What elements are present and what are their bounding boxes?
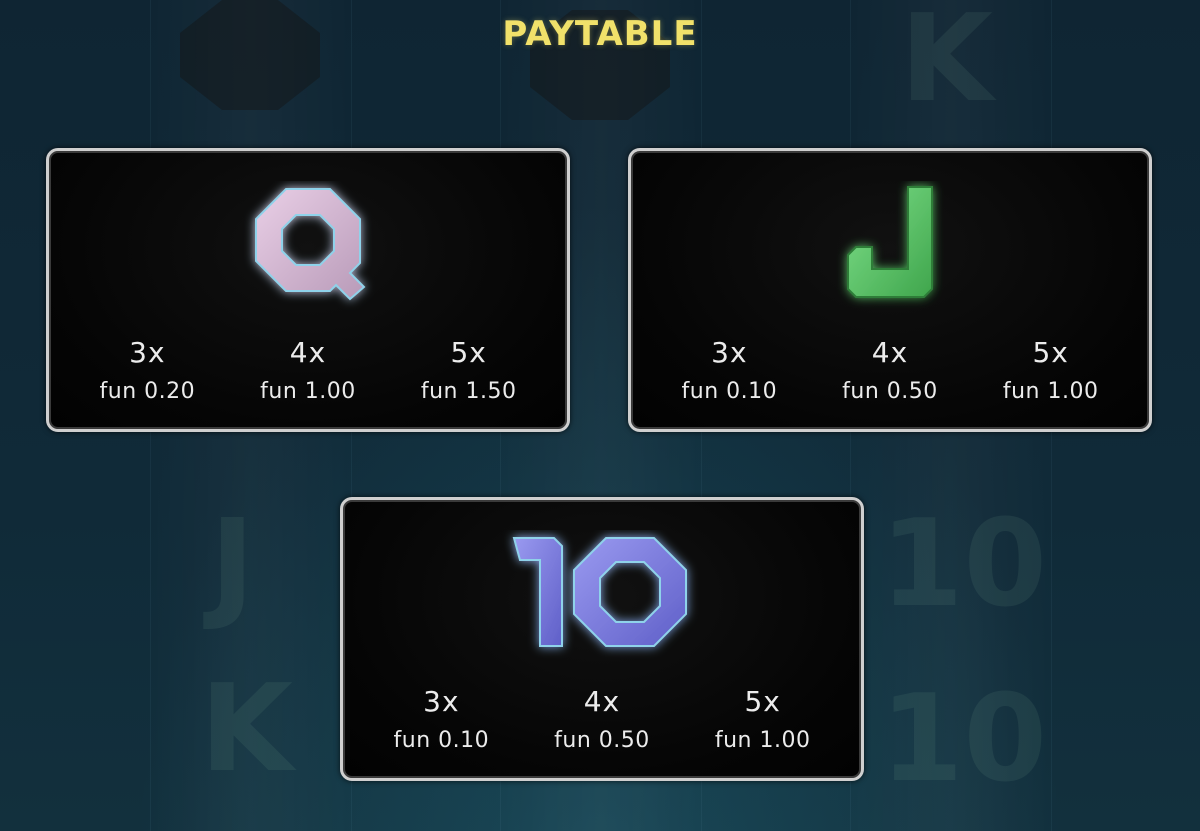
payout-3x: 3x fun 0.10: [394, 686, 490, 754]
payout-5x: 5x fun 1.00: [1003, 337, 1099, 405]
payout-amount: fun 1.00: [1002, 379, 1099, 404]
payout-5x: 5x fun 1.50: [421, 337, 517, 405]
payout-4x: 4x fun 1.00: [260, 337, 356, 405]
background-symbol: J: [210, 495, 255, 634]
payout-amount: fun 0.10: [393, 728, 490, 753]
j-symbol-icon: [820, 181, 960, 315]
payout-amount: fun 1.00: [260, 379, 356, 404]
match-count: 4x: [871, 336, 909, 369]
payout-row: 3x fun 0.10 4x fun 0.50 5x fun 1.00: [343, 686, 861, 754]
background-symbol: 10: [880, 495, 1047, 634]
match-count: 3x: [129, 336, 166, 369]
payout-3x: 3x fun 0.20: [100, 337, 196, 405]
match-count: 3x: [711, 336, 748, 369]
paytable-card-q: 3x fun 0.20 4x fun 1.00 5x fun 1.50: [46, 148, 570, 432]
background-symbol: 10: [880, 670, 1047, 809]
paytable-card-10: 3x fun 0.10 4x fun 0.50 5x fun 1.00: [340, 497, 864, 781]
paytable-card-j: 3x fun 0.10 4x fun 0.50 5x fun 1.00: [628, 148, 1152, 432]
payout-amount: fun 0.50: [554, 728, 650, 753]
background-symbol: K: [200, 660, 293, 799]
match-count: 4x: [583, 685, 621, 718]
match-count: 5x: [744, 685, 781, 718]
q-symbol-icon: [238, 181, 378, 315]
payout-amount: fun 0.20: [99, 379, 196, 404]
paytable-title: PAYTABLE: [502, 14, 698, 54]
match-count: 5x: [1032, 336, 1069, 369]
payout-row: 3x fun 0.20 4x fun 1.00 5x fun 1.50: [49, 337, 567, 405]
payout-row: 3x fun 0.10 4x fun 0.50 5x fun 1.00: [631, 337, 1149, 405]
match-count: 3x: [423, 685, 460, 718]
ten-symbol-icon: [502, 530, 702, 664]
match-count: 4x: [289, 336, 327, 369]
payout-amount: fun 0.50: [842, 379, 938, 404]
payout-amount: fun 1.50: [420, 379, 517, 404]
payout-3x: 3x fun 0.10: [682, 337, 778, 405]
payout-5x: 5x fun 1.00: [715, 686, 811, 754]
payout-amount: fun 1.00: [714, 728, 811, 753]
match-count: 5x: [450, 336, 487, 369]
payout-4x: 4x fun 0.50: [842, 337, 938, 405]
payout-4x: 4x fun 0.50: [554, 686, 650, 754]
payout-amount: fun 0.10: [681, 379, 778, 404]
